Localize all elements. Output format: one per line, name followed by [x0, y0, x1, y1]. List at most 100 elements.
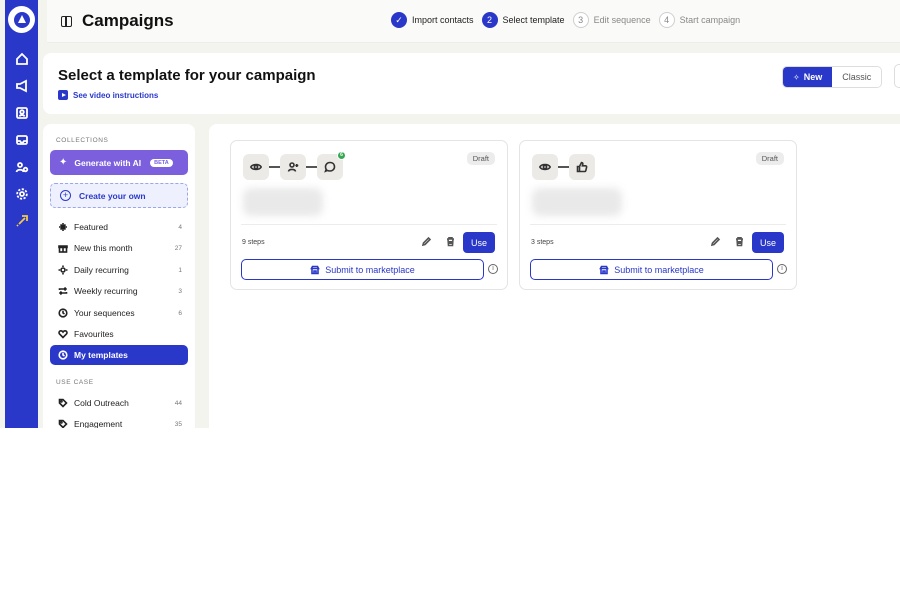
contacts-icon[interactable]	[5, 99, 38, 126]
collection-your-sequences[interactable]: Your sequences 6	[50, 303, 188, 323]
edit-icon[interactable]	[708, 234, 722, 248]
collection-featured[interactable]: Featured 4	[50, 217, 188, 237]
submit-label: Submit to marketplace	[325, 264, 415, 275]
collection-count: 27	[174, 244, 182, 252]
use-case-count: 44	[174, 399, 182, 407]
gift-icon	[58, 243, 68, 253]
collection-new-this-month[interactable]: New this month 27	[50, 238, 188, 258]
template-card[interactable]: 6 Draft 9 steps Use Submit to marketplac…	[230, 140, 508, 290]
classic-view-button[interactable]: Classic	[832, 67, 882, 87]
step-number: 3	[572, 12, 589, 28]
step-connector	[306, 166, 317, 168]
collection-label: Your sequences	[74, 308, 135, 318]
use-case-cold-outreach[interactable]: Cold Outreach 44	[50, 393, 188, 413]
new-view-label: New	[803, 72, 823, 82]
submit-to-marketplace-button[interactable]: Submit to marketplace	[241, 259, 484, 280]
collection-weekly-recurring[interactable]: Weekly recurring 3	[50, 281, 188, 301]
submit-label: Submit to marketplace	[614, 264, 704, 275]
templates-area: 6 Draft 9 steps Use Submit to marketplac…	[209, 124, 900, 428]
info-icon[interactable]: i	[777, 264, 787, 274]
template-card[interactable]: Draft 3 steps Use Submit to marketplace …	[519, 140, 797, 290]
step-connector	[269, 166, 280, 168]
create-your-own-button[interactable]: + Create your own	[50, 183, 188, 208]
collection-count: 6	[178, 309, 182, 317]
collection-my-templates[interactable]: My templates	[50, 345, 188, 365]
blurred-title	[532, 188, 622, 216]
tag-icon	[58, 398, 68, 408]
brand-logo[interactable]	[8, 6, 35, 33]
use-template-button[interactable]: Use	[752, 232, 784, 253]
use-case-heading: USE CASE	[56, 379, 94, 386]
eye-icon	[532, 154, 558, 180]
trash-icon[interactable]	[732, 234, 746, 248]
divider	[530, 224, 786, 225]
plus-circle-icon: +	[60, 190, 71, 201]
new-view-button[interactable]: ✧ New	[783, 67, 833, 87]
users-icon[interactable]	[5, 153, 38, 180]
step-label: Import contacts	[412, 15, 474, 25]
store-icon	[310, 265, 321, 274]
collection-label: Featured	[74, 222, 109, 232]
sidebar-toggle-icon[interactable]	[61, 16, 72, 27]
megaphone-icon[interactable]	[5, 72, 38, 99]
history-icon	[58, 350, 68, 360]
beta-badge: BETA	[150, 158, 173, 167]
left-rail	[5, 0, 38, 428]
collection-daily-recurring[interactable]: Daily recurring 1	[50, 260, 188, 280]
collection-favourites[interactable]: Favourites	[50, 324, 188, 344]
generate-ai-label: Generate with AI	[74, 157, 142, 168]
stepper: ✓ Import contacts 2 Select template 3 Ed…	[391, 12, 748, 28]
step-label: Edit sequence	[593, 15, 651, 25]
step-label: Start campaign	[679, 15, 741, 25]
user-plus-icon	[280, 154, 306, 180]
collection-count: 4	[178, 223, 182, 231]
notification-badge: 6	[337, 151, 346, 160]
use-template-button[interactable]: Use	[463, 232, 495, 253]
video-instructions-link[interactable]: See video instructions	[58, 90, 158, 100]
step-select-template[interactable]: 2 Select template	[481, 12, 565, 28]
video-link-label: See video instructions	[73, 90, 159, 100]
top-bar: Campaigns ✓ Import contacts 2 Select tem…	[47, 0, 900, 43]
edit-icon[interactable]	[419, 234, 433, 248]
step-import-contacts[interactable]: ✓ Import contacts	[391, 12, 474, 28]
more-button[interactable]	[894, 64, 900, 88]
settings-icon[interactable]	[5, 180, 38, 207]
collection-label: New this month	[74, 243, 133, 253]
generate-with-ai-button[interactable]: ✦ Generate with AI BETA	[50, 150, 188, 175]
collections-sidebar: COLLECTIONS ✦ Generate with AI BETA + Cr…	[43, 124, 195, 428]
step-label: Select template	[502, 15, 565, 25]
page-title: Campaigns	[82, 11, 174, 30]
collection-count: 1	[178, 266, 182, 274]
status-badge: Draft	[755, 152, 784, 165]
check-icon: ✓	[391, 12, 407, 28]
collection-label: My templates	[74, 350, 128, 360]
collections-heading: COLLECTIONS	[56, 137, 109, 144]
info-icon[interactable]: i	[488, 264, 498, 274]
status-badge: Draft	[466, 152, 495, 165]
step-edit-sequence[interactable]: 3 Edit sequence	[572, 12, 651, 28]
message-icon: 6	[317, 151, 346, 180]
eye-icon	[243, 154, 269, 180]
collection-label: Daily recurring	[74, 265, 129, 275]
home-icon[interactable]	[5, 45, 38, 72]
sequence-steps	[532, 154, 595, 180]
create-own-label: Create your own	[79, 190, 146, 201]
view-toggle: ✧ New Classic	[782, 66, 883, 88]
step-count: 3 steps	[531, 239, 554, 246]
use-case-label: Cold Outreach	[74, 398, 129, 408]
magic-wand-icon: ✦	[59, 157, 68, 168]
trash-icon[interactable]	[443, 234, 457, 248]
sparkle-icon: ✧	[793, 72, 800, 82]
submit-to-marketplace-button[interactable]: Submit to marketplace	[530, 259, 773, 280]
sequence-steps: 6	[243, 151, 346, 180]
step-number: 4	[658, 12, 675, 28]
app-window: Campaigns ✓ Import contacts 2 Select tem…	[0, 0, 900, 428]
use-case-engagement[interactable]: Engagement 35	[50, 414, 188, 428]
step-start-campaign[interactable]: 4 Start campaign	[658, 12, 741, 28]
rocket-icon[interactable]	[5, 207, 38, 234]
inbox-icon[interactable]	[5, 126, 38, 153]
use-case-count: 35	[174, 420, 182, 428]
use-case-label: Engagement	[74, 419, 123, 428]
store-icon	[599, 265, 610, 274]
history-icon	[58, 308, 68, 318]
